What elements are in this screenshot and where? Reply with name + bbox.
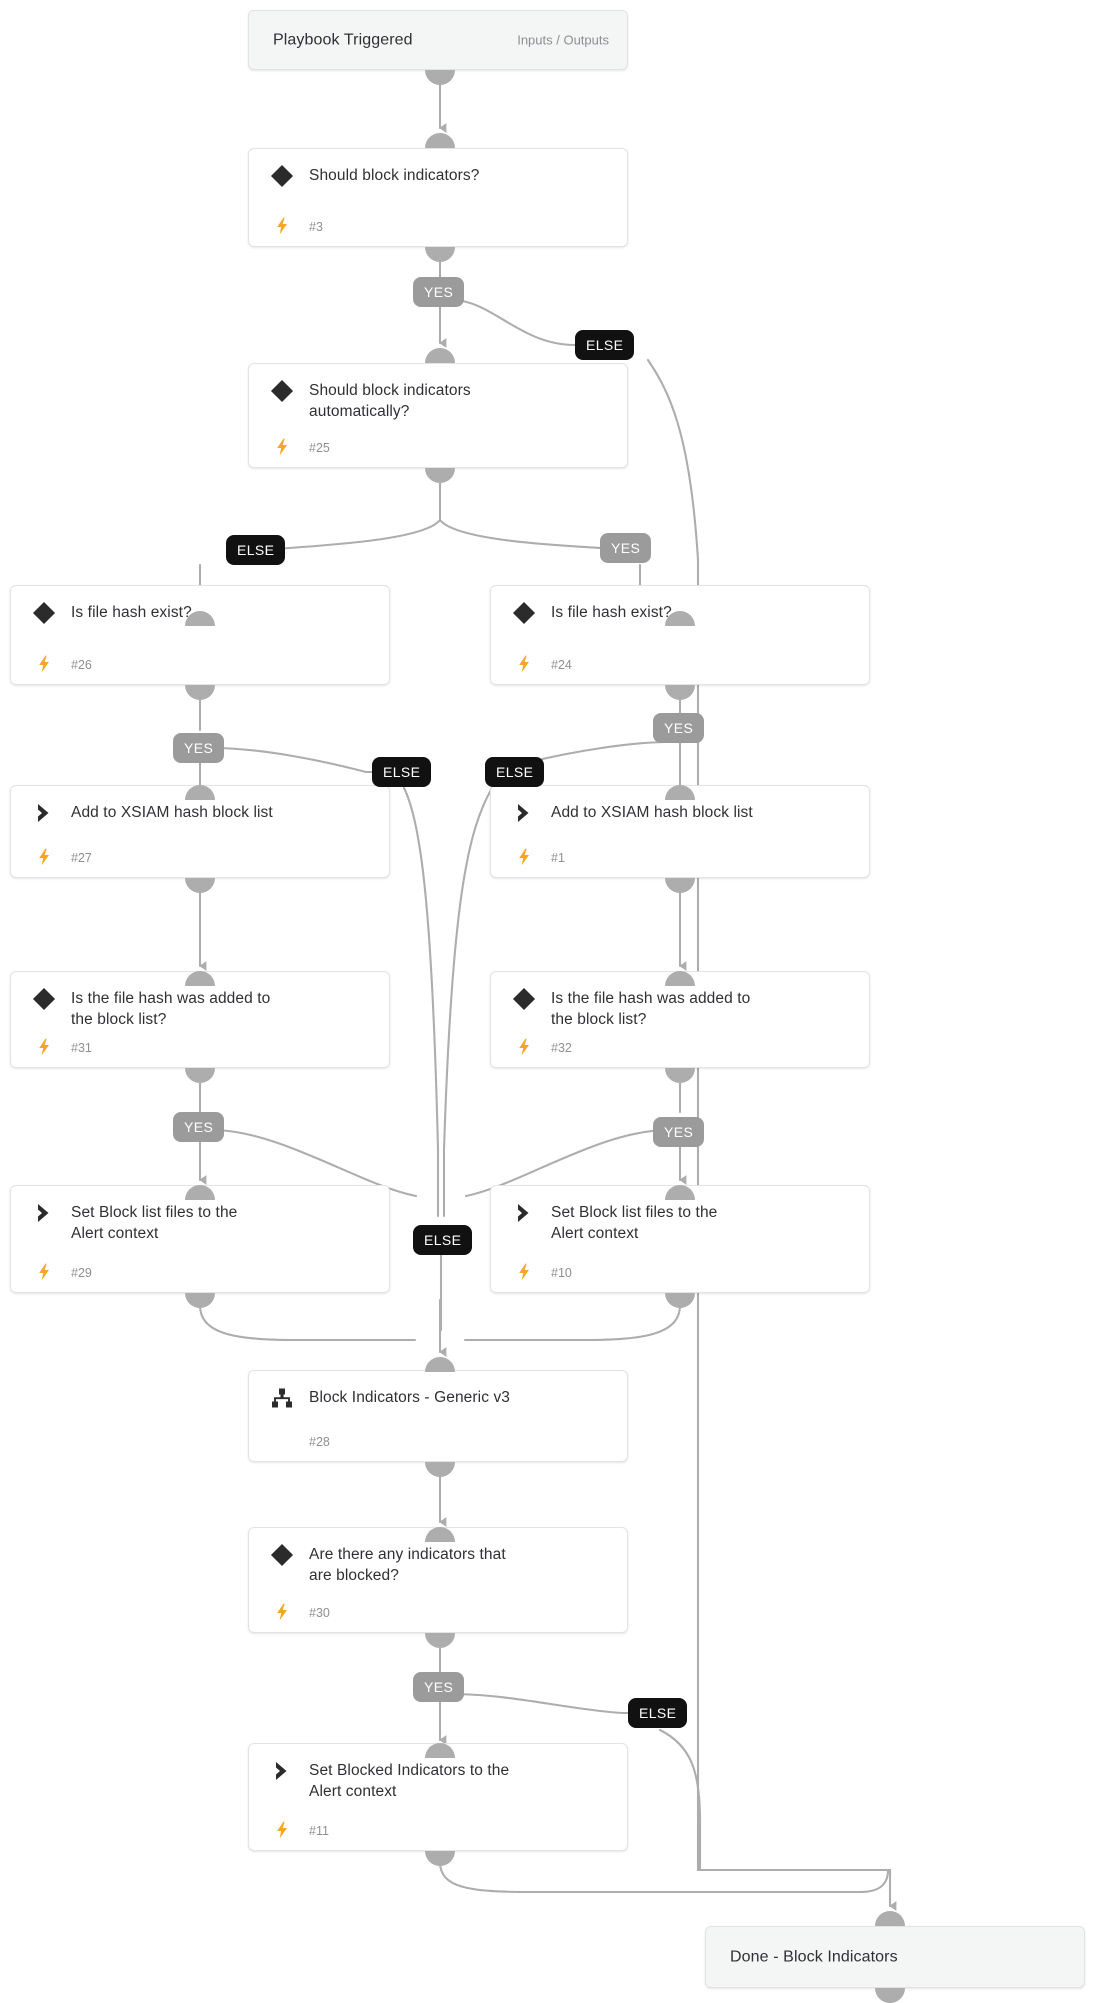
branch-badge-yes[interactable]: YES — [653, 1117, 705, 1147]
node-task-id: #10 — [551, 1266, 572, 1280]
task-chevron-icon — [269, 1758, 295, 1784]
output-port — [665, 1293, 695, 1308]
input-port — [425, 348, 455, 363]
branch-badge-else[interactable]: ELSE — [372, 757, 432, 787]
output-port — [425, 1851, 455, 1866]
branch-badge-else[interactable]: ELSE — [413, 1225, 473, 1255]
node-task-id: #24 — [551, 658, 572, 672]
branch-badge-else[interactable]: ELSE — [575, 330, 635, 360]
condition-diamond-icon — [31, 600, 57, 626]
branch-badge-yes[interactable]: YES — [173, 1112, 225, 1142]
subplaybook-icon — [269, 1385, 295, 1411]
node-task-11[interactable]: Set Blocked Indicators to the Alert cont… — [248, 1743, 628, 1851]
condition-diamond-icon — [269, 1542, 295, 1568]
node-title: Done - Block Indicators — [730, 1948, 898, 1966]
node-title: Should block indicators? — [309, 167, 480, 184]
output-port — [425, 70, 455, 85]
task-chevron-icon — [31, 800, 57, 826]
branch-badge-yes[interactable]: YES — [600, 533, 652, 563]
branch-badge-yes[interactable]: YES — [173, 733, 225, 763]
automation-bolt-icon — [515, 848, 533, 868]
automation-bolt-icon — [273, 438, 291, 458]
automation-bolt-icon — [35, 1038, 53, 1058]
node-title: Is file hash exist? — [71, 604, 192, 621]
output-port — [425, 1462, 455, 1477]
input-port — [425, 133, 455, 148]
output-port — [185, 878, 215, 893]
node-task-29[interactable]: Set Block list files to the Alert contex… — [10, 1185, 390, 1293]
output-port — [185, 1293, 215, 1308]
node-title: Set Block list files to the Alert contex… — [551, 1204, 718, 1242]
node-title: Is file hash exist? — [551, 604, 672, 621]
node-task-3[interactable]: Should block indicators? #3 — [248, 148, 628, 247]
node-task-24[interactable]: Is file hash exist? #24 — [490, 585, 870, 685]
node-task-id: #29 — [71, 1266, 92, 1280]
branch-badge-yes[interactable]: YES — [413, 1672, 465, 1702]
node-task-28[interactable]: Block Indicators - Generic v3 #28 — [248, 1370, 628, 1462]
output-port — [185, 1068, 215, 1083]
node-task-id: #11 — [309, 1824, 329, 1838]
node-task-10[interactable]: Set Block list files to the Alert contex… — [490, 1185, 870, 1293]
output-port — [875, 1988, 905, 2003]
output-port — [665, 1068, 695, 1083]
node-task-26[interactable]: Is file hash exist? #26 — [10, 585, 390, 685]
inputs-outputs-link[interactable]: Inputs / Outputs — [517, 33, 609, 48]
branch-badge-else[interactable]: ELSE — [628, 1698, 688, 1728]
input-port — [875, 1911, 905, 1926]
node-task-30[interactable]: Are there any indicators that are blocke… — [248, 1527, 628, 1633]
node-title: Is the file hash was added to the block … — [551, 990, 751, 1028]
node-title: Is the file hash was added to the block … — [71, 990, 271, 1028]
node-playbook-triggered[interactable]: Playbook Triggered Inputs / Outputs — [248, 10, 628, 70]
automation-bolt-icon — [273, 217, 291, 237]
condition-diamond-icon — [511, 600, 537, 626]
task-chevron-icon — [31, 1200, 57, 1226]
branch-badge-else[interactable]: ELSE — [485, 757, 545, 787]
node-task-id: #3 — [309, 220, 323, 234]
node-title: Should block indicators automatically? — [309, 382, 471, 420]
node-title: Are there any indicators that are blocke… — [309, 1546, 506, 1584]
branch-badge-yes[interactable]: YES — [413, 277, 465, 307]
automation-bolt-icon — [515, 1263, 533, 1283]
condition-diamond-icon — [31, 986, 57, 1012]
node-task-25[interactable]: Should block indicators automatically? #… — [248, 363, 628, 468]
node-title: Add to XSIAM hash block list — [71, 804, 273, 821]
node-title: Block Indicators - Generic v3 — [309, 1389, 511, 1406]
automation-bolt-icon — [515, 655, 533, 675]
automation-bolt-icon — [515, 1038, 533, 1058]
node-title: Set Blocked Indicators to the Alert cont… — [309, 1762, 510, 1800]
output-port — [665, 878, 695, 893]
branch-badge-else[interactable]: ELSE — [226, 535, 286, 565]
node-done-block-indicators[interactable]: Done - Block Indicators — [705, 1926, 1085, 1988]
node-task-id: #32 — [551, 1041, 572, 1055]
automation-bolt-icon — [273, 1603, 291, 1623]
output-port — [425, 1633, 455, 1648]
automation-bolt-icon — [35, 655, 53, 675]
output-port — [665, 685, 695, 700]
playbook-canvas[interactable]: Playbook Triggered Inputs / Outputs Shou… — [0, 0, 1100, 2003]
automation-bolt-icon — [273, 1821, 291, 1841]
automation-bolt-icon — [35, 1263, 53, 1283]
node-task-id: #30 — [309, 1606, 330, 1620]
node-task-id: #26 — [71, 658, 92, 672]
node-task-id: #1 — [551, 851, 565, 865]
condition-diamond-icon — [269, 163, 295, 189]
node-task-id: #25 — [309, 441, 330, 455]
node-task-id: #27 — [71, 851, 92, 865]
output-port — [185, 685, 215, 700]
node-task-id: #31 — [71, 1041, 92, 1055]
output-port — [425, 247, 455, 262]
task-chevron-icon — [511, 1200, 537, 1226]
node-title: Add to XSIAM hash block list — [551, 804, 753, 821]
condition-diamond-icon — [269, 378, 295, 404]
node-title: Set Block list files to the Alert contex… — [71, 1204, 238, 1242]
branch-badge-yes[interactable]: YES — [653, 713, 705, 743]
node-task-id: #28 — [309, 1435, 330, 1449]
input-port — [425, 1357, 455, 1372]
output-port — [425, 468, 455, 483]
automation-bolt-icon — [35, 848, 53, 868]
task-chevron-icon — [511, 800, 537, 826]
condition-diamond-icon — [511, 986, 537, 1012]
